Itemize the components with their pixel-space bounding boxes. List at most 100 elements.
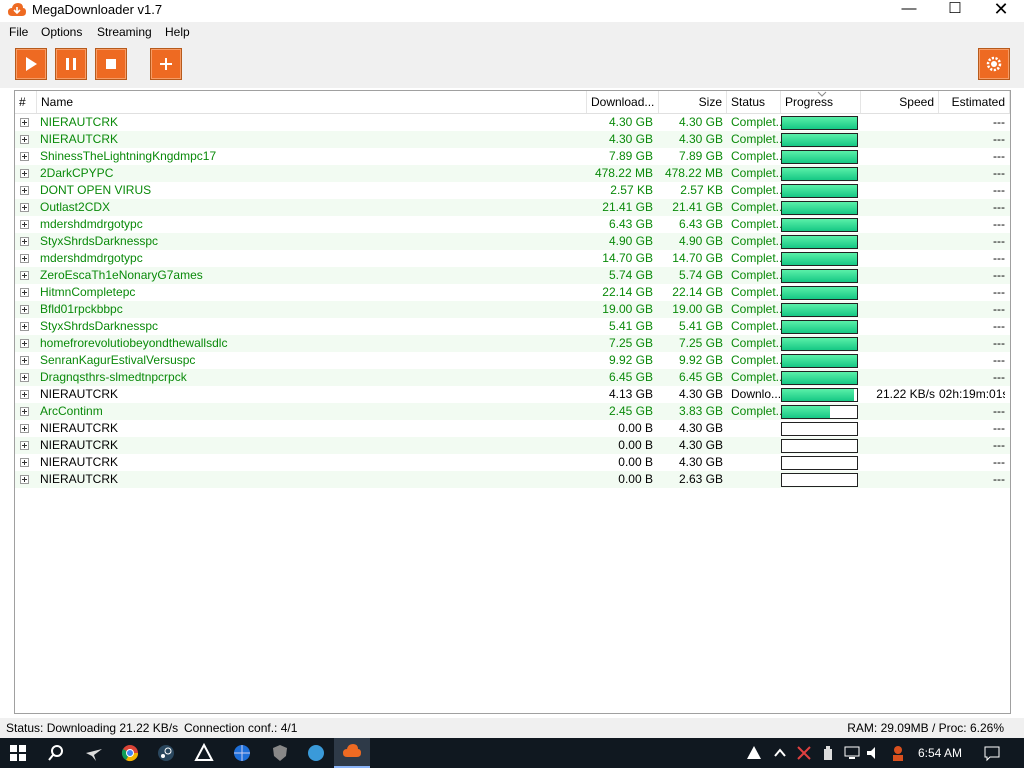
column-name[interactable]: Name (37, 91, 587, 113)
download-list[interactable]: # Name Download... Size Status Progress … (14, 90, 1011, 762)
expand-icon[interactable] (20, 152, 29, 161)
column-speed[interactable]: Speed (861, 91, 939, 113)
airplane-app-icon[interactable] (84, 743, 104, 763)
expand-icon[interactable] (20, 373, 29, 382)
cloud-download-icon (343, 744, 361, 757)
expand-icon[interactable] (20, 288, 29, 297)
table-row[interactable]: SenranKagurEstivalVersuspc 9.92 GB 9.92 GB… (15, 352, 1010, 369)
table-row[interactable]: mdershdmdrgotypc 6.43 GB 6.43 GB Complet...… (15, 216, 1010, 233)
usb-drive-icon[interactable] (818, 743, 838, 763)
row-size: 22.14 GB (672, 285, 723, 299)
table-row[interactable]: StyxShrdsDarknesspc 5.41 GB 5.41 GB Complet… (15, 318, 1010, 335)
table-row[interactable]: HitmnCompletepc 22.14 GB 22.14 GB Complet..… (15, 284, 1010, 301)
table-row[interactable]: ArcContinm 2.45 GB 3.83 GB Complet... --- (15, 403, 1010, 420)
row-downloaded: 19.00 GB (602, 302, 653, 316)
volume-icon[interactable] (864, 743, 884, 763)
table-row[interactable]: NIERAUTCRK 0.00 B 4.30 GB --- (15, 420, 1010, 437)
table-row[interactable]: StyxShrdsDarknesspc 4.90 GB 4.90 GB Complet… (15, 233, 1010, 250)
expand-icon[interactable] (20, 475, 29, 484)
table-row[interactable]: ZeroEscaTh1eNonaryG7ames 5.74 GB 5.74 GB Co… (15, 267, 1010, 284)
close-button[interactable]: ✕ (978, 0, 1024, 22)
edge-browser-icon[interactable] (306, 743, 326, 763)
table-row[interactable]: mdershdmdrgotypc 14.70 GB 14.70 GB Complet.… (15, 250, 1010, 267)
expand-icon[interactable] (20, 237, 29, 246)
column-number[interactable]: # (15, 91, 37, 113)
expand-icon[interactable] (20, 356, 29, 365)
expand-icon[interactable] (20, 186, 29, 195)
megadownloader-task-button[interactable] (334, 738, 370, 768)
table-row[interactable]: Bfld01rpckbbpc 19.00 GB 19.00 GB Complet...… (15, 301, 1010, 318)
maximize-button[interactable]: ☐ (932, 0, 978, 22)
row-progress-bar (781, 405, 858, 419)
table-row[interactable]: 2DarkCPYPC 478.22 MB 478.22 MB Complet... --… (15, 165, 1010, 182)
expand-icon[interactable] (20, 203, 29, 212)
table-row[interactable]: NIERAUTCRK 4.13 GB 4.30 GB Downlo... 21.22 K… (15, 386, 1010, 403)
table-row[interactable]: NIERAUTCRK 4.30 GB 4.30 GB Complet... --- (15, 131, 1010, 148)
table-row[interactable]: NIERAUTCRK 0.00 B 4.30 GB --- (15, 437, 1010, 454)
stop-button[interactable] (95, 48, 127, 80)
row-progress-bar (781, 150, 858, 164)
table-row[interactable]: homefrorevolutiobeyondthewallsdlc 7.25 GB… (15, 335, 1010, 352)
menu-help[interactable]: Help (165, 25, 190, 39)
app-triangle-icon[interactable] (194, 743, 214, 763)
expand-icon[interactable] (20, 322, 29, 331)
table-row[interactable]: NIERAUTCRK 0.00 B 4.30 GB --- (15, 454, 1010, 471)
network-x-icon[interactable] (794, 743, 814, 763)
menu-streaming[interactable]: Streaming (97, 25, 152, 39)
expand-icon[interactable] (20, 254, 29, 263)
minimize-button[interactable]: — (886, 0, 932, 22)
expand-icon[interactable] (20, 390, 29, 399)
row-estimated: --- (993, 370, 1005, 384)
add-link-button[interactable] (150, 48, 182, 80)
expand-icon[interactable] (20, 441, 29, 450)
notification-icon[interactable] (982, 743, 1002, 763)
row-estimated: --- (993, 336, 1005, 350)
row-estimated: --- (993, 166, 1005, 180)
column-downloaded[interactable]: Download... (587, 91, 659, 113)
expand-icon[interactable] (20, 135, 29, 144)
search-icon[interactable] (46, 743, 66, 763)
column-status[interactable]: Status (727, 91, 781, 113)
expand-icon[interactable] (20, 220, 29, 229)
table-row[interactable]: NIERAUTCRK 4.30 GB 4.30 GB Complet... --- (15, 114, 1010, 131)
triangle-tray-icon[interactable] (744, 743, 764, 763)
chevron-up-icon[interactable] (770, 743, 790, 763)
expand-icon[interactable] (20, 271, 29, 280)
expand-icon[interactable] (20, 169, 29, 178)
expand-icon[interactable] (20, 339, 29, 348)
windows-start-icon[interactable] (8, 743, 28, 763)
expand-icon[interactable] (20, 458, 29, 467)
column-size[interactable]: Size (659, 91, 727, 113)
table-row[interactable]: DONT OPEN VIRUS 2.57 KB 2.57 KB Complet... -… (15, 182, 1010, 199)
chrome-icon[interactable] (120, 743, 140, 763)
settings-button[interactable] (978, 48, 1010, 80)
row-downloaded: 9.92 GB (608, 353, 653, 367)
table-row[interactable]: ShinessTheLightningKngdmpc17 7.89 GB 7.89 … (15, 148, 1010, 165)
shield-app-icon[interactable] (270, 743, 290, 763)
menu-options[interactable]: Options (41, 25, 82, 39)
row-progress-bar (781, 252, 858, 266)
expand-icon[interactable] (20, 424, 29, 433)
table-row[interactable]: Outlast2CDX 21.41 GB 21.41 GB Complet... --- (15, 199, 1010, 216)
network-icon[interactable] (842, 743, 862, 763)
row-progress-fill (782, 151, 857, 163)
clock-time[interactable]: 6:54 AM (918, 746, 962, 760)
table-row[interactable]: Dragnqsthrs-slmedtnpcrpck 6.45 GB 6.45 GB C… (15, 369, 1010, 386)
expand-icon[interactable] (20, 118, 29, 127)
row-speed (861, 352, 935, 369)
row-name: Dragnqsthrs-slmedtnpcrpck (40, 370, 187, 384)
menu-file[interactable]: File (9, 25, 28, 39)
globe-icon[interactable] (232, 743, 252, 763)
table-row[interactable]: NIERAUTCRK 0.00 B 2.63 GB --- (15, 471, 1010, 488)
pause-button[interactable] (55, 48, 87, 80)
expand-icon[interactable] (20, 407, 29, 416)
steam-icon[interactable] (156, 743, 176, 763)
row-downloaded: 0.00 B (618, 472, 653, 486)
expand-icon[interactable] (20, 305, 29, 314)
start-button[interactable] (15, 48, 47, 80)
row-downloaded: 0.00 B (618, 421, 653, 435)
user-tray-icon[interactable] (888, 743, 908, 763)
row-progress-fill (782, 134, 857, 146)
row-downloaded: 4.13 GB (608, 387, 653, 401)
column-estimated[interactable]: Estimated (939, 91, 1010, 113)
